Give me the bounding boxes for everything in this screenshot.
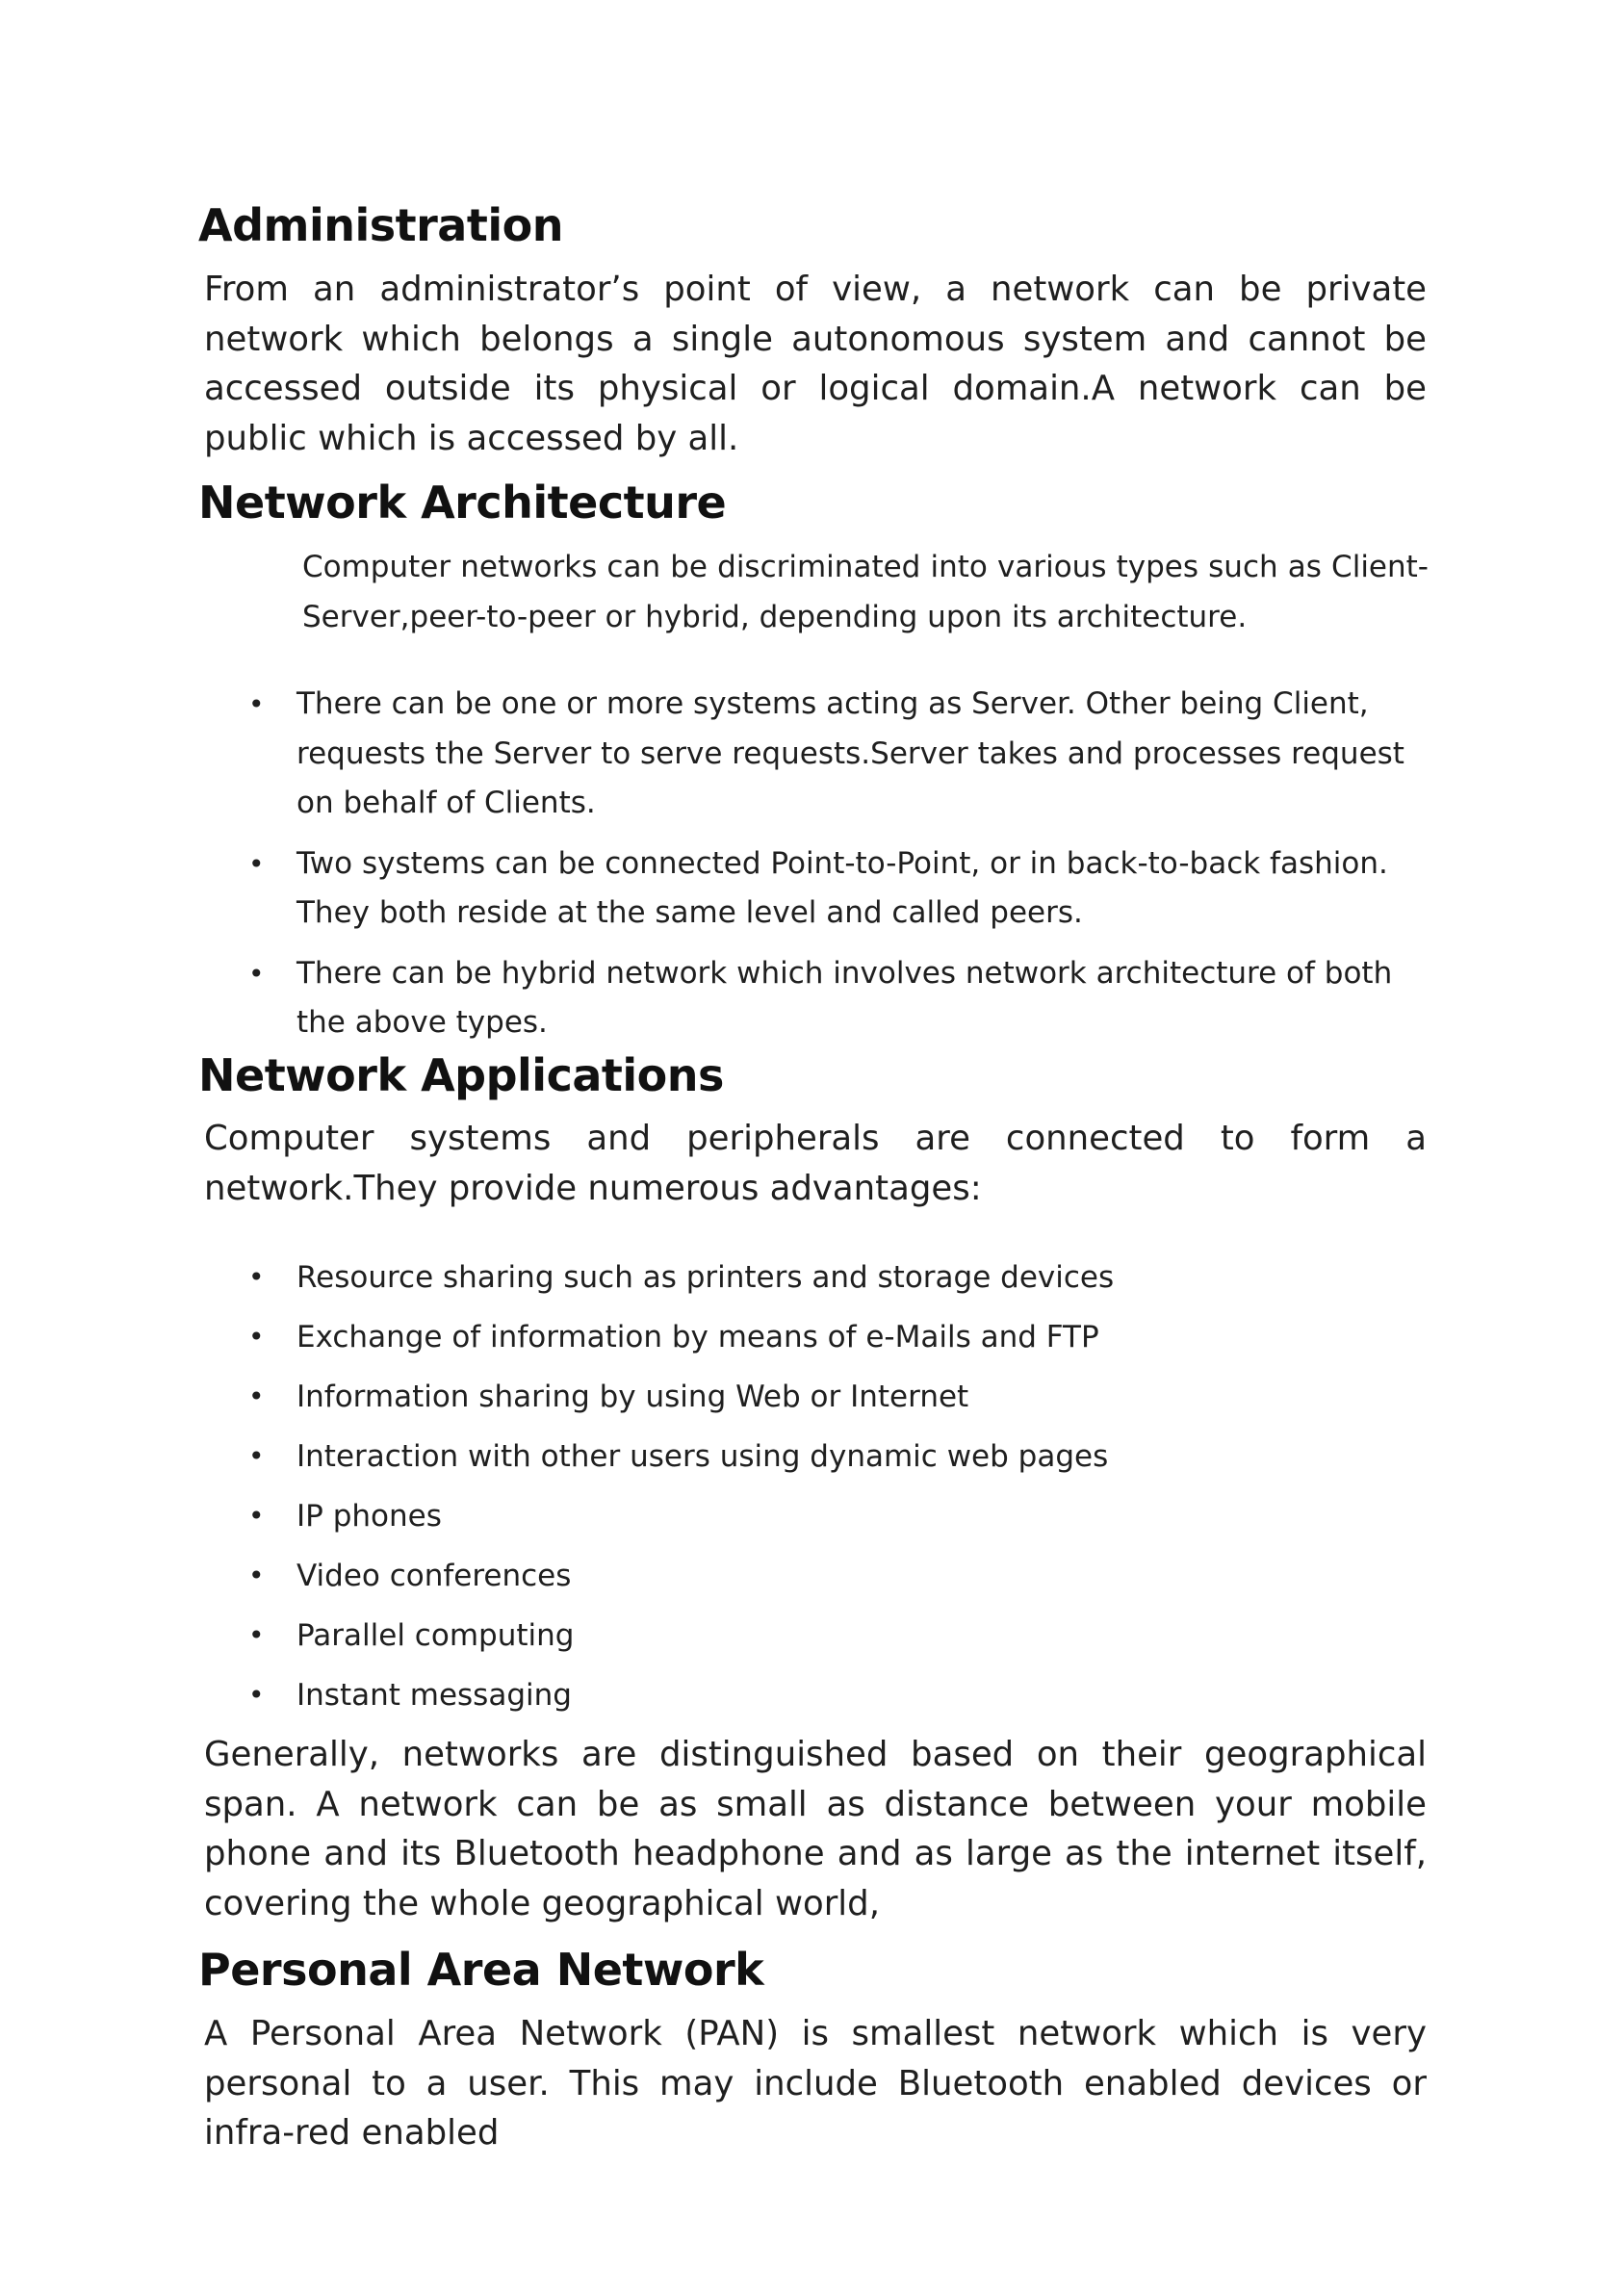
list-item: • Video conferences: [248, 1546, 1432, 1606]
list-item: • Resource sharing such as printers and s…: [248, 1248, 1432, 1307]
applications-intro-paragraph: Computer systems and peripherals are con…: [204, 1119, 1427, 1208]
administration-paragraph: From an administrator’s point of view, a…: [204, 270, 1427, 458]
bullet-icon: •: [248, 1380, 265, 1412]
heading-network-architecture: Network Architecture: [198, 477, 727, 529]
bullet-icon: •: [248, 1440, 265, 1472]
bullet-icon: •: [248, 957, 265, 990]
pan-paragraph: A Personal Area Network (PAN) is smalles…: [204, 2014, 1427, 2153]
architecture-bullet-list: • There can be one or more systems acting…: [248, 680, 1432, 1059]
bullet-icon: •: [248, 688, 265, 720]
bullet-icon: •: [248, 847, 265, 880]
applications-bullet-list: • Resource sharing such as printers and s…: [248, 1248, 1432, 1725]
list-item: • Information sharing by using Web or Int…: [248, 1367, 1432, 1427]
heading-personal-area-network: Personal Area Network: [198, 1944, 764, 1996]
geographical-span-paragraph: Generally, networks are distinguished ba…: [204, 1735, 1427, 1923]
document-page: Administration From an administrator’s p…: [0, 0, 1623, 2296]
list-item: • There can be hybrid network which invol…: [248, 949, 1432, 1048]
list-item: • IP phones: [248, 1486, 1432, 1546]
bullet-icon: •: [248, 1619, 265, 1651]
bullet-icon: •: [248, 1679, 265, 1711]
bullet-icon: •: [248, 1261, 265, 1293]
bullet-icon: •: [248, 1500, 265, 1532]
list-item: • Instant messaging: [248, 1665, 1432, 1725]
bullet-icon: •: [248, 1560, 265, 1591]
heading-administration: Administration: [198, 199, 563, 251]
bullet-icon: •: [248, 1321, 265, 1353]
list-item: • Exchange of information by means of e-M…: [248, 1307, 1432, 1367]
list-item: • Interaction with other users using dyna…: [248, 1427, 1432, 1486]
architecture-intro-paragraph: Computer networks can be discriminated i…: [302, 550, 1429, 634]
list-item: • Two systems can be connected Point-to-P…: [248, 839, 1432, 939]
heading-network-applications: Network Applications: [198, 1049, 724, 1101]
list-item: • Parallel computing: [248, 1606, 1432, 1665]
list-item: • There can be one or more systems acting…: [248, 680, 1432, 829]
